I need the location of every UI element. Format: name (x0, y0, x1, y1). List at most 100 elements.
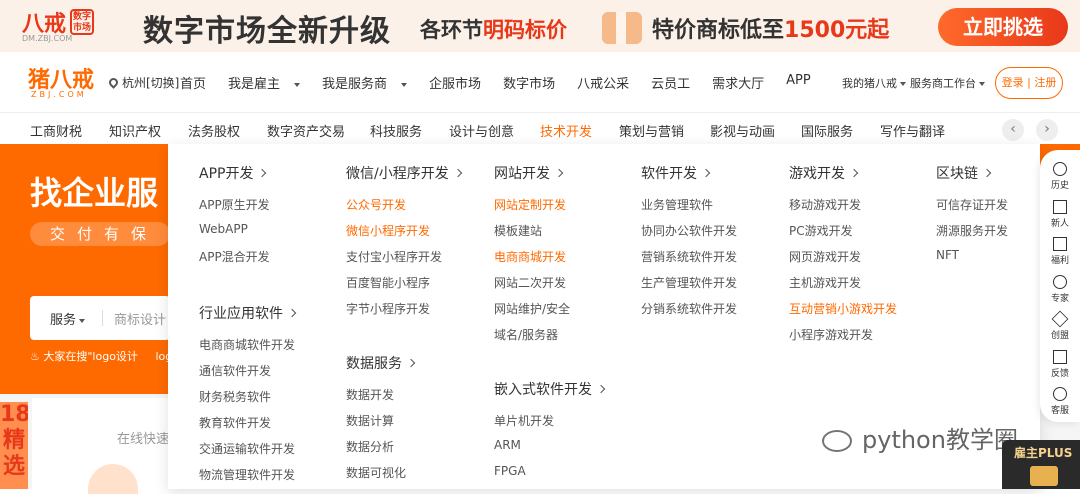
menu-item[interactable]: 数据分析 (346, 438, 394, 455)
category-tab[interactable]: 策划与营销 (619, 121, 684, 140)
rail-item[interactable]: 历史 (1040, 162, 1080, 191)
tabs-next-button[interactable]: › (1036, 119, 1058, 141)
menu-section-title[interactable]: 数据服务 (346, 353, 416, 373)
nav-item[interactable]: APP (786, 73, 822, 92)
menu-section-label: 数据服务 (346, 356, 402, 372)
menu-item[interactable]: WebAPP (199, 222, 248, 236)
nav-item-label: 需求大厅 (712, 77, 765, 92)
promo-banner[interactable]: 八戒 DM.ZBJ.COM 数字市场 数字市场全新升级 各环节明码标价 特价商标低… (0, 0, 1080, 52)
category-tab[interactable]: 法务股权 (188, 121, 240, 140)
city-switcher[interactable]: 杭州[切换] (107, 74, 179, 91)
nav-item[interactable]: 需求大厅 (712, 73, 775, 92)
menu-item[interactable]: 模板建站 (494, 222, 542, 239)
search-box[interactable]: 服务 商标设计 (30, 296, 170, 340)
category-tab[interactable]: 写作与翻译 (880, 121, 945, 140)
menu-item[interactable]: ARM (494, 438, 521, 452)
menu-section-title[interactable]: 行业应用软件 (199, 303, 297, 323)
menu-item[interactable]: 物流管理软件开发 (199, 466, 295, 483)
menu-item[interactable]: 主机游戏开发 (789, 274, 861, 291)
menu-section-title[interactable]: 软件开发 (641, 163, 711, 183)
category-tab[interactable]: 技术开发 (540, 121, 592, 140)
menu-section-label: 区块链 (936, 166, 978, 182)
rail-item[interactable]: 新人 (1040, 199, 1080, 229)
menu-item[interactable]: 可信存证开发 (936, 196, 1008, 213)
menu-item[interactable]: 通信软件开发 (199, 362, 271, 379)
menu-item[interactable]: 生产管理软件开发 (641, 274, 737, 291)
site-logo[interactable]: 猪八戒 ZBJ.COM (28, 62, 94, 99)
menu-item[interactable]: 公众号开发 (346, 196, 406, 213)
menu-item[interactable]: 支付宝小程序开发 (346, 248, 442, 265)
nav-item[interactable]: 云员工 (651, 73, 701, 92)
menu-item[interactable]: 域名/服务器 (494, 326, 558, 343)
side-promo[interactable]: 18 精选 (0, 402, 28, 489)
menu-item[interactable]: 溯源服务开发 (936, 222, 1008, 239)
workbench-menu[interactable]: 服务商工作台 (910, 75, 985, 91)
my-zbj-menu[interactable]: 我的猪八戒 (842, 75, 906, 91)
menu-item[interactable]: 小程序游戏开发 (789, 326, 873, 343)
menu-item[interactable]: 网页游戏开发 (789, 248, 861, 265)
menu-item[interactable]: 数据开发 (346, 386, 394, 403)
nav-item-label: 云员工 (651, 77, 691, 92)
nav-item[interactable]: 我是雇主 (228, 73, 311, 92)
rail-item[interactable]: 客服 (1040, 387, 1080, 416)
nav-item[interactable]: 企服市场 (429, 73, 492, 92)
menu-item[interactable]: 网站维护/安全 (494, 300, 570, 317)
menu-item[interactable]: 移动游戏开发 (789, 196, 861, 213)
menu-item[interactable]: 电商商城软件开发 (199, 336, 295, 353)
menu-item[interactable]: 业务管理软件 (641, 196, 713, 213)
menu-section-title[interactable]: 微信/小程序开发 (346, 163, 462, 183)
menu-item[interactable]: 协同办公软件开发 (641, 222, 737, 239)
menu-item[interactable]: NFT (936, 248, 959, 262)
search-input[interactable]: 商标设计 (114, 309, 166, 328)
category-tab[interactable]: 国际服务 (801, 121, 853, 140)
menu-item[interactable]: FPGA (494, 464, 526, 478)
rail-item-label: 反馈 (1050, 368, 1069, 379)
chevron-right-icon (596, 384, 606, 394)
menu-item[interactable]: 单片机开发 (494, 412, 554, 429)
nav-item[interactable]: 首页 (180, 73, 217, 92)
rail-item[interactable]: 创盟 (1040, 310, 1080, 341)
rail-item[interactable]: 专家 (1040, 274, 1080, 304)
menu-item[interactable]: 营销系统软件开发 (641, 248, 737, 265)
category-tab[interactable]: 数字资产交易 (267, 121, 345, 140)
category-tab[interactable]: 影视与动画 (710, 121, 775, 140)
menu-item[interactable]: 微信小程序开发 (346, 222, 430, 239)
banner-cta-button[interactable]: 立即挑选 (938, 8, 1068, 46)
category-tab[interactable]: 设计与创意 (449, 121, 514, 140)
menu-item[interactable]: 数据计算 (346, 412, 394, 429)
menu-item[interactable]: 交通运输软件开发 (199, 440, 295, 457)
menu-item[interactable]: 教育软件开发 (199, 414, 271, 431)
menu-item[interactable]: 互动营销小游戏开发 (789, 300, 897, 317)
tabs-prev-button[interactable]: ‹ (1002, 119, 1024, 141)
menu-item[interactable]: 电商商城开发 (494, 248, 566, 265)
menu-section-title[interactable]: 嵌入式软件开发 (494, 379, 606, 399)
rail-item[interactable]: 福利 (1040, 237, 1080, 266)
menu-section-title[interactable]: 区块链 (936, 163, 992, 183)
rail-item[interactable]: 反馈 (1040, 349, 1080, 379)
menu-item[interactable]: 字节小程序开发 (346, 300, 430, 317)
login-link[interactable]: 登录 (1002, 76, 1024, 89)
menu-section-title[interactable]: 网站开发 (494, 163, 564, 183)
nav-item[interactable]: 数字市场 (503, 73, 566, 92)
menu-section-title[interactable]: APP开发 (199, 163, 267, 183)
register-link[interactable]: 注册 (1034, 76, 1056, 89)
menu-section-title[interactable]: 游戏开发 (789, 163, 859, 183)
nav-item[interactable]: 八戒公采 (577, 73, 640, 92)
menu-item[interactable]: 数据可视化 (346, 464, 406, 481)
menu-item[interactable]: 财务税务软件 (199, 388, 271, 405)
menu-item[interactable]: PC游戏开发 (789, 222, 853, 239)
menu-item[interactable]: 网站二次开发 (494, 274, 566, 291)
menu-item[interactable]: 百度智能小程序 (346, 274, 430, 291)
menu-item[interactable]: 分销系统软件开发 (641, 300, 737, 317)
chevron-down-icon (900, 82, 906, 86)
category-tab[interactable]: 科技服务 (370, 121, 422, 140)
employer-plus-badge[interactable]: 雇主PLUS (1002, 440, 1080, 489)
menu-item[interactable]: 网站定制开发 (494, 196, 566, 213)
category-tab[interactable]: 知识产权 (109, 121, 161, 140)
search-type-select[interactable]: 服务 (50, 309, 86, 328)
hot-search-item[interactable]: 大家在搜"logo设计 (43, 350, 138, 363)
menu-item[interactable]: APP原生开发 (199, 196, 270, 213)
category-tab[interactable]: 工商财税 (30, 121, 82, 140)
menu-item[interactable]: APP混合开发 (199, 248, 270, 265)
nav-item[interactable]: 我是服务商 (322, 73, 418, 92)
